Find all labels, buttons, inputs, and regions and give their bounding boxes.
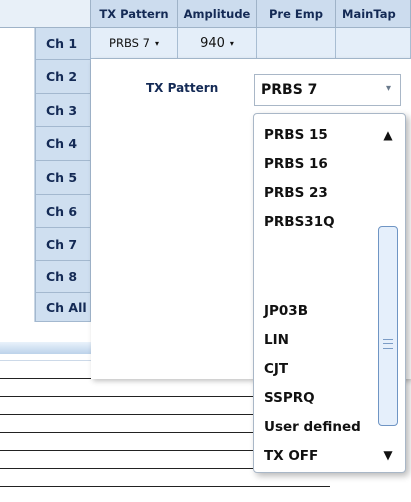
- scrollbar-thumb[interactable]: [378, 226, 398, 426]
- column-header-tx-pattern[interactable]: TX Pattern: [91, 0, 178, 28]
- row-header-ch-all[interactable]: Ch All: [35, 293, 91, 322]
- row-header-ch1[interactable]: Ch 1: [35, 28, 91, 60]
- column-header-pre-emp[interactable]: Pre Emp: [257, 0, 336, 28]
- row-header-ch4[interactable]: Ch 4: [35, 127, 91, 161]
- chevron-down-icon[interactable]: ▾: [386, 83, 391, 94]
- tx-pattern-combobox[interactable]: PRBS 7 ▾: [254, 74, 401, 106]
- option-lin[interactable]: LIN: [264, 332, 289, 348]
- row-header-ch5[interactable]: Ch 5: [35, 161, 91, 195]
- option-jp03b[interactable]: JP03B: [264, 303, 308, 319]
- row-header-ch6[interactable]: Ch 6: [35, 195, 91, 228]
- option-prbs-15[interactable]: PRBS 15: [264, 127, 328, 143]
- column-header-main-tap[interactable]: MainTap: [336, 0, 411, 28]
- ch1-main-tap-cell[interactable]: [336, 28, 411, 59]
- chevron-down-icon: ▾: [154, 38, 159, 48]
- option-prbs31q[interactable]: PRBS31Q: [264, 214, 335, 230]
- row-header-ch3[interactable]: Ch 3: [35, 94, 91, 127]
- row-header-ch8[interactable]: Ch 8: [35, 261, 91, 293]
- scroll-up-icon[interactable]: ▲: [375, 122, 401, 148]
- ch1-amplitude-value: 940: [200, 35, 225, 51]
- tx-pattern-selected-value: PRBS 7: [261, 82, 318, 98]
- row-header-ch7[interactable]: Ch 7: [35, 228, 91, 261]
- option-user-defined[interactable]: User defined: [264, 419, 361, 435]
- option-prbs-16[interactable]: PRBS 16: [264, 156, 328, 172]
- row-header-ch2[interactable]: Ch 2: [35, 60, 91, 94]
- ch1-amplitude-cell[interactable]: 940 ▾: [178, 28, 257, 59]
- dropdown-scrollbar[interactable]: ▲ ▼: [375, 118, 401, 468]
- scroll-down-icon[interactable]: ▼: [375, 442, 401, 468]
- tx-pattern-dropdown-list[interactable]: PRBS 15 PRBS 16 PRBS 23 PRBS31Q JP03B LI…: [253, 113, 406, 473]
- waveform-line: [0, 486, 330, 487]
- grid-corner: [0, 0, 91, 28]
- grip-icon: [383, 339, 393, 349]
- row-indicator-strip: [0, 28, 35, 322]
- option-ssprq[interactable]: SSPRQ: [264, 390, 315, 406]
- ch1-tx-pattern-cell[interactable]: PRBS 7 ▾: [91, 28, 178, 59]
- ch1-tx-pattern-value: PRBS 7: [109, 36, 150, 50]
- option-tx-off[interactable]: TX OFF: [264, 448, 318, 464]
- tx-pattern-label: TX Pattern: [146, 81, 219, 95]
- option-cjt[interactable]: CJT: [264, 361, 288, 377]
- chevron-down-icon: ▾: [229, 38, 234, 48]
- option-prbs-23[interactable]: PRBS 23: [264, 185, 328, 201]
- column-header-amplitude[interactable]: Amplitude: [178, 0, 257, 28]
- ch1-pre-emp-cell[interactable]: [257, 28, 336, 59]
